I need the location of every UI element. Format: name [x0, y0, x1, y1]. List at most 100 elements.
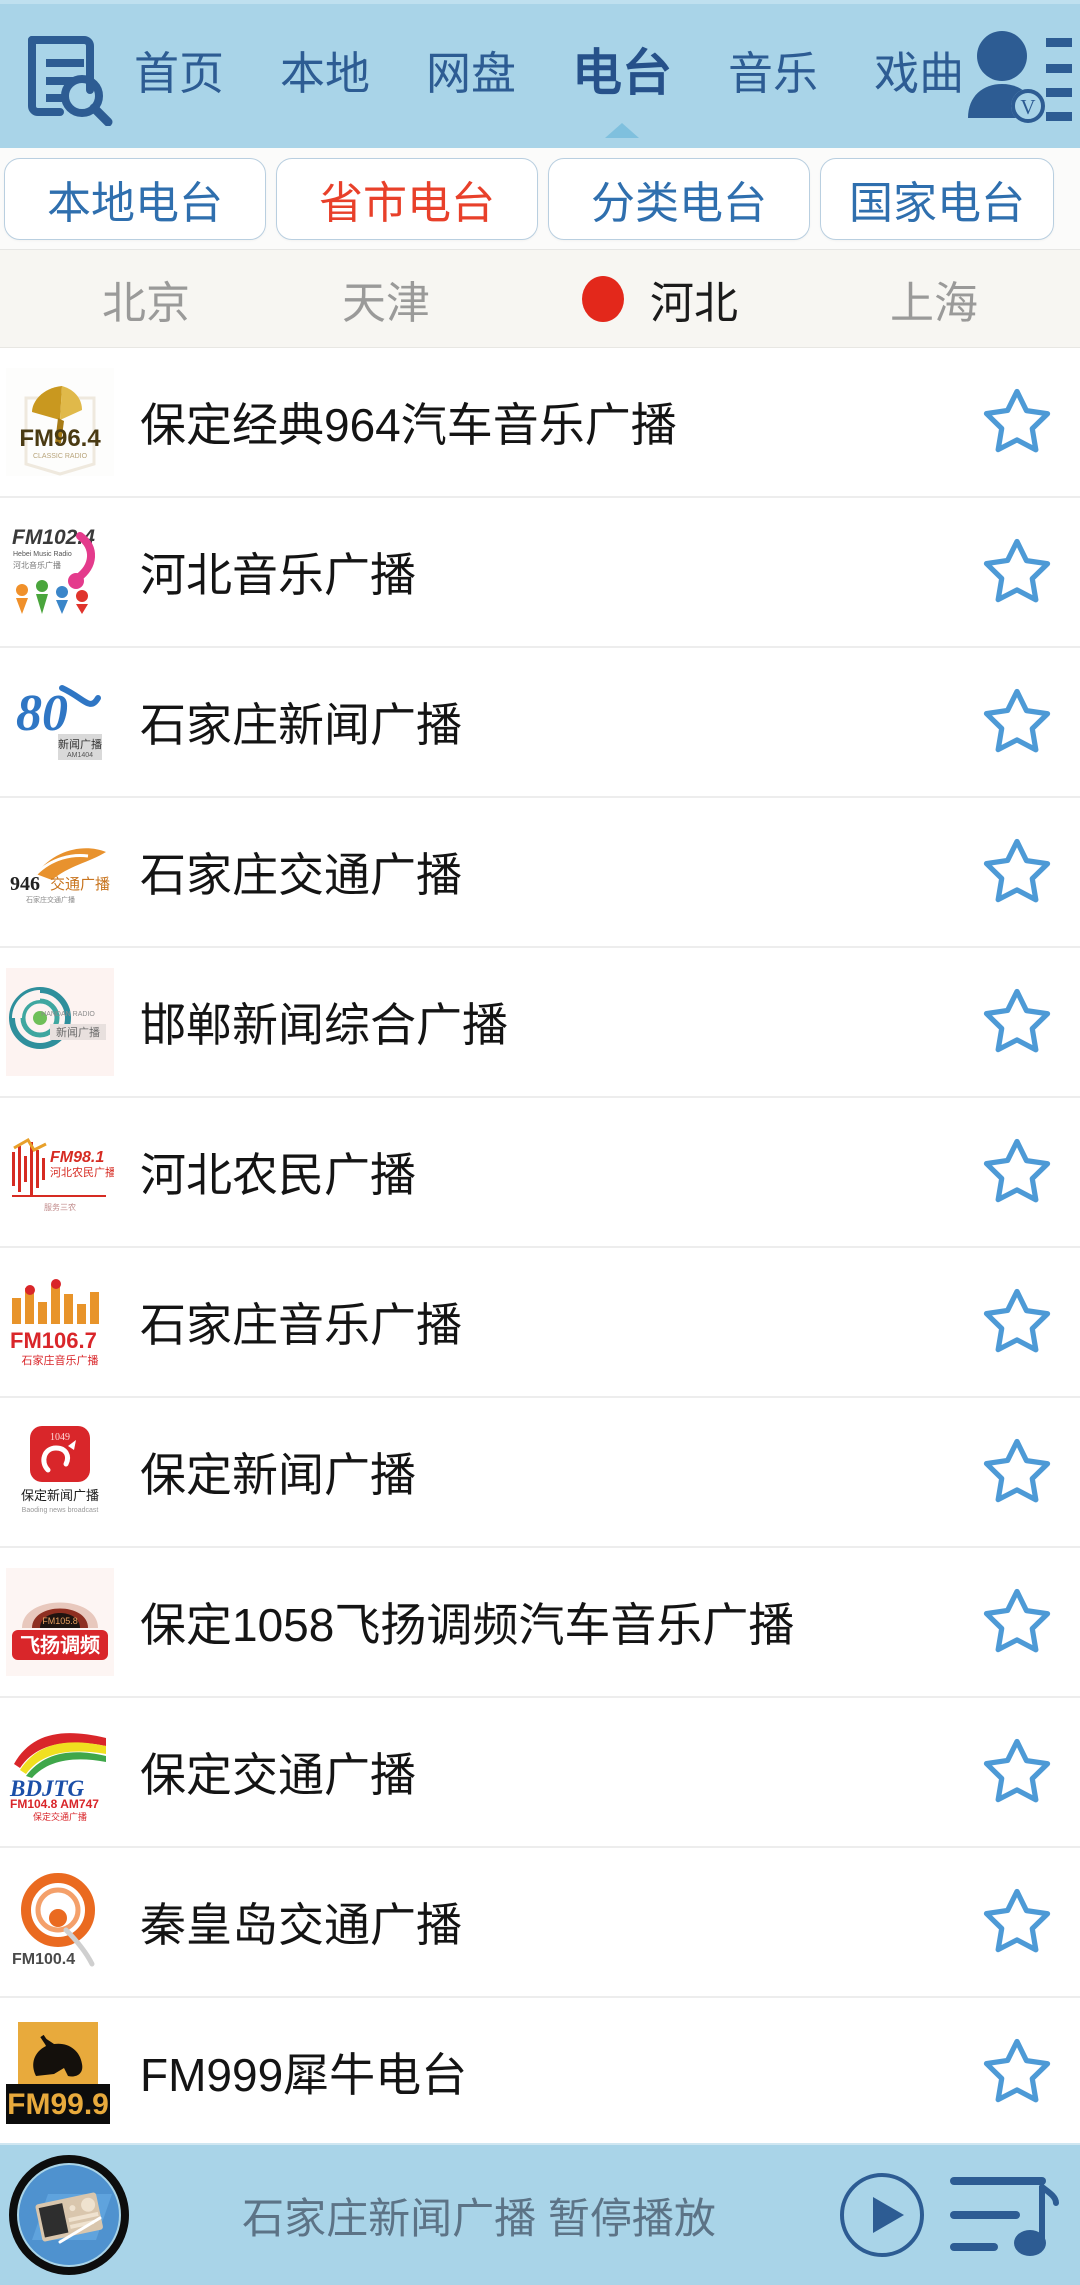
shijiazhuang-news-80-logo: 80 新闻广播 AM1404	[6, 668, 114, 776]
nav-tab-opera[interactable]: 戏曲	[874, 51, 964, 102]
svg-text:1049: 1049	[50, 1432, 70, 1443]
now-playing-status: 石家庄新闻广播 暂停播放	[242, 2194, 716, 2242]
station-row[interactable]: FM106.7 石家庄音乐广播 石家庄音乐广播	[0, 1248, 1080, 1398]
favorite-star-icon[interactable]	[954, 1733, 1080, 1811]
station-row[interactable]: FM105.8 飞扬调频 保定1058飞扬调频汽车音乐广播	[0, 1548, 1080, 1698]
favorite-star-icon[interactable]	[954, 1883, 1080, 1961]
station-name: FM999犀牛电台	[140, 2049, 468, 2101]
city-item-tianjin[interactable]: 天津	[342, 267, 430, 331]
svg-text:Baoding news broadcast: Baoding news broadcast	[22, 1507, 99, 1514]
station-list[interactable]: FM96.4 CLASSIC RADIO 保定经典964汽车音乐广播 FM102…	[0, 348, 1080, 2143]
user-verified-icon[interactable]: V	[958, 18, 1076, 136]
nav-tab-netdisk[interactable]: 网盘	[426, 51, 516, 102]
946-traffic-wing-logo: 946 交通广播 石家庄交通广播	[6, 818, 114, 926]
svg-text:FM105.8: FM105.8	[42, 1616, 78, 1626]
station-name: 石家庄新闻广播	[140, 699, 462, 751]
chip-province-radio[interactable]: 省市电台	[276, 157, 538, 240]
svg-text:AM1404: AM1404	[67, 752, 93, 759]
station-row[interactable]: FM100.4 秦皇岛交通广播	[0, 1848, 1080, 1998]
svg-text:石家庄音乐广播: 石家庄音乐广播	[22, 1353, 99, 1367]
favorite-star-icon[interactable]	[954, 1433, 1080, 1511]
radio-category-chips: 本地电台 省市电台 分类电台 国家电台	[0, 148, 1080, 250]
svg-text:石家庄交通广播: 石家庄交通广播	[26, 895, 75, 904]
station-row[interactable]: FM98.1 河北农民广播 服务三农 河北农民广播	[0, 1098, 1080, 1248]
play-circle-icon[interactable]	[828, 2169, 936, 2261]
svg-text:FM104.8 AM747: FM104.8 AM747	[10, 1797, 99, 1811]
svg-text:CLASSIC RADIO: CLASSIC RADIO	[33, 453, 88, 460]
main-nav-tabs: 首页 本地 网盘 电台 音乐 戏曲	[120, 4, 1080, 148]
station-name: 秦皇岛交通广播	[140, 1899, 462, 1951]
nav-tab-label: 网盘	[426, 47, 517, 99]
svg-text:河北农民广播: 河北农民广播	[50, 1165, 114, 1179]
fm981-farmer-logo: FM98.1 河北农民广播 服务三农	[6, 1118, 114, 1226]
favorite-star-icon[interactable]	[954, 683, 1080, 761]
chip-national-radio[interactable]: 国家电台	[820, 157, 1054, 240]
station-name: 石家庄音乐广播	[140, 1299, 462, 1351]
favorite-star-icon[interactable]	[954, 1583, 1080, 1661]
svg-text:新闻广播: 新闻广播	[58, 737, 102, 751]
chip-label: 省市电台	[319, 178, 495, 228]
selected-city-dot-icon	[582, 275, 624, 322]
favorite-star-icon[interactable]	[954, 833, 1080, 911]
fm1024-hebei-music-logo: FM102.4 Hebei Music Radio 河北音乐广播	[6, 518, 114, 626]
station-row[interactable]: FM96.4 CLASSIC RADIO 保定经典964汽车音乐广播	[0, 348, 1080, 498]
city-label: 河北	[650, 278, 738, 328]
station-name: 保定交通广播	[140, 1749, 416, 1801]
station-name: 河北农民广播	[140, 1149, 416, 1201]
svg-text:飞扬调频: 飞扬调频	[20, 1633, 100, 1657]
station-name: 保定经典964汽车音乐广播	[140, 399, 677, 451]
svg-text:80: 80	[16, 685, 68, 742]
bdjtg-fm1048-am747-logo: BDJTG FM104.8 AM747 保定交通广播	[6, 1718, 114, 1826]
fm964-gramophone-logo: FM96.4 CLASSIC RADIO	[6, 368, 114, 476]
document-search-icon[interactable]	[12, 22, 120, 130]
province-selector: 北京 天津 河北 上海	[0, 250, 1080, 348]
fm1067-music-logo: FM106.7 石家庄音乐广播	[6, 1268, 114, 1376]
city-item-beijing[interactable]: 北京	[102, 267, 190, 331]
favorite-star-icon[interactable]	[954, 533, 1080, 611]
nav-tab-label: 首页	[134, 47, 225, 99]
handan-news-circle-logo: HANDAN RADIO 新闻广播	[6, 968, 114, 1076]
station-name: 保定新闻广播	[140, 1449, 416, 1501]
favorite-star-icon[interactable]	[954, 383, 1080, 461]
city-item-shanghai[interactable]: 上海	[890, 267, 978, 331]
baoding-news-red-logo: 1049 保定新闻广播 Baoding news broadcast	[6, 1418, 114, 1526]
app-header: 首页 本地 网盘 电台 音乐 戏曲 V	[0, 0, 1080, 148]
nav-tab-music[interactable]: 音乐	[728, 51, 818, 102]
svg-text:保定新闻广播: 保定新闻广播	[21, 1488, 99, 1503]
nav-tab-home[interactable]: 首页	[134, 51, 224, 102]
svg-text:HANDAN RADIO: HANDAN RADIO	[41, 1011, 95, 1018]
city-item-hebei[interactable]: 河北	[582, 267, 738, 331]
nav-tab-label: 音乐	[728, 47, 819, 99]
svg-text:FM106.7: FM106.7	[10, 1328, 97, 1353]
favorite-star-icon[interactable]	[954, 983, 1080, 1061]
station-row[interactable]: FM102.4 Hebei Music Radio 河北音乐广播 河北音乐广播	[0, 498, 1080, 648]
station-row[interactable]: BDJTG FM104.8 AM747 保定交通广播 保定交通广播	[0, 1698, 1080, 1848]
playlist-music-icon[interactable]	[936, 2167, 1076, 2263]
fm999-rhino-logo: FM99.9	[6, 2018, 114, 2126]
svg-text:Hebei Music Radio: Hebei Music Radio	[13, 551, 72, 558]
chip-category-radio[interactable]: 分类电台	[548, 157, 810, 240]
station-row[interactable]: 80 新闻广播 AM1404 石家庄新闻广播	[0, 648, 1080, 798]
svg-text:V: V	[1020, 95, 1035, 119]
chip-local-radio[interactable]: 本地电台	[4, 157, 266, 240]
svg-text:FM96.4: FM96.4	[19, 425, 101, 452]
nav-tab-radio[interactable]: 电台	[572, 45, 673, 138]
station-row[interactable]: 946 交通广播 石家庄交通广播 石家庄交通广播	[0, 798, 1080, 948]
nav-tab-label: 戏曲	[874, 47, 965, 99]
station-row[interactable]: 1049 保定新闻广播 Baoding news broadcast 保定新闻广…	[0, 1398, 1080, 1548]
radio-receiver-icon[interactable]	[8, 2154, 130, 2276]
svg-text:河北音乐广播: 河北音乐广播	[13, 560, 61, 570]
station-row[interactable]: HANDAN RADIO 新闻广播 邯郸新闻综合广播	[0, 948, 1080, 1098]
svg-text:FM98.1: FM98.1	[50, 1149, 104, 1166]
chip-label: 分类电台	[591, 178, 767, 228]
station-name: 石家庄交通广播	[140, 849, 462, 901]
station-name: 保定1058飞扬调频汽车音乐广播	[140, 1599, 795, 1651]
favorite-star-icon[interactable]	[954, 1133, 1080, 1211]
nav-tab-label: 电台	[572, 45, 673, 101]
favorite-star-icon[interactable]	[954, 1283, 1080, 1361]
station-row[interactable]: FM99.9 FM999犀牛电台	[0, 1998, 1080, 2143]
station-name: 河北音乐广播	[140, 549, 416, 601]
nav-tab-local[interactable]: 本地	[280, 51, 370, 102]
svg-text:保定交通广播: 保定交通广播	[33, 1811, 87, 1822]
favorite-star-icon[interactable]	[954, 2033, 1080, 2111]
